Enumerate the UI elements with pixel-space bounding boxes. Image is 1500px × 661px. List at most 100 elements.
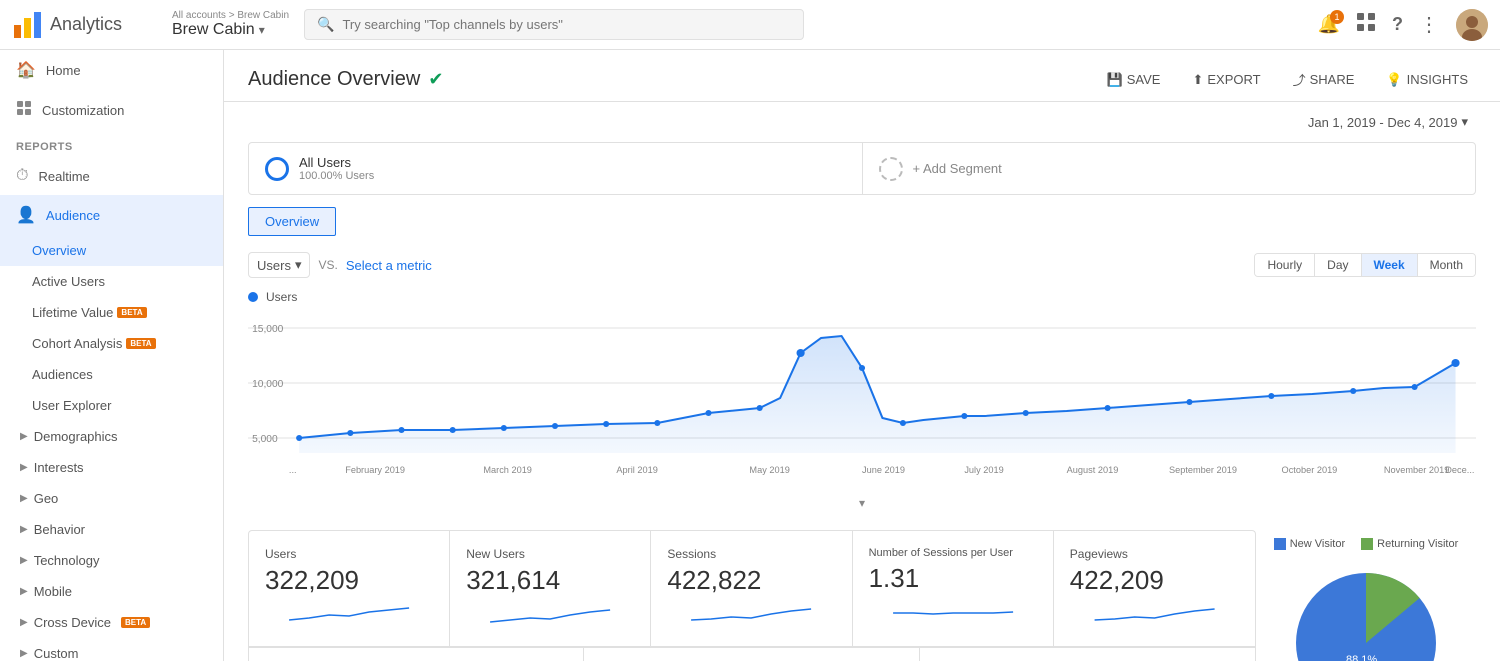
sidebar-item-custom[interactable]: ▶ Custom (0, 638, 223, 661)
stat-bounce-rate: Bounce Rate 72.16% (920, 648, 1255, 661)
save-button[interactable]: 💾 SAVE (1099, 68, 1169, 92)
svg-text:10,000: 10,000 (252, 379, 284, 390)
metric-label: Users (257, 258, 291, 273)
stat-users-value: 322,209 (265, 565, 433, 596)
sidebar-item-interests[interactable]: ▶ Interests (0, 452, 223, 483)
breadcrumb-area: All accounts > Brew Cabin Brew Cabin ▾ (172, 10, 292, 39)
stat-users: Users 322,209 (249, 531, 450, 647)
insights-icon: 💡 (1386, 72, 1402, 88)
segment-2[interactable]: + Add Segment (863, 145, 1476, 193)
cohort-analysis-label: Cohort Analysis (32, 336, 122, 351)
sidebar-item-home[interactable]: 🏠 Home (0, 50, 223, 90)
lifetime-value-beta-badge: BETA (117, 307, 146, 318)
breadcrumb-current[interactable]: Brew Cabin ▾ (172, 21, 292, 39)
sidebar-item-lifetime-value[interactable]: Lifetime Value BETA (0, 297, 223, 328)
sidebar-item-cross-device[interactable]: ▶ Cross Device BETA (0, 607, 223, 638)
pie-legend-returning-visitor: Returning Visitor (1361, 538, 1458, 550)
stat-sessions-per-user: Number of Sessions per User 1.31 (853, 531, 1054, 647)
more-options-icon[interactable]: ⋮ (1419, 12, 1440, 37)
sidebar-item-user-explorer[interactable]: User Explorer (0, 390, 223, 421)
hourly-button[interactable]: Hourly (1255, 254, 1314, 276)
apps-icon[interactable] (1356, 12, 1376, 37)
demographics-label: Demographics (34, 429, 118, 444)
stat-pages-per-session: Pages / Session 1.00 (249, 648, 584, 661)
metric-selector: Users ▾ VS. Select a metric (248, 252, 432, 278)
geo-label: Geo (34, 491, 59, 506)
export-button[interactable]: ⬆ EXPORT (1184, 68, 1268, 92)
sidebar-item-audience-label: Audience (46, 208, 100, 223)
week-button[interactable]: Week (1361, 254, 1417, 276)
search-input[interactable] (342, 17, 791, 32)
segment-1[interactable]: All Users 100.00% Users (249, 143, 863, 194)
svg-text:October 2019: October 2019 (1282, 465, 1338, 475)
expand-icon: ▾ (859, 496, 865, 510)
stat-new-users: New Users 321,614 (450, 531, 651, 647)
month-button[interactable]: Month (1417, 254, 1475, 276)
insights-button[interactable]: 💡 INSIGHTS (1378, 68, 1476, 92)
behavior-arrow-icon: ▶ (20, 524, 28, 535)
demographics-arrow-icon: ▶ (20, 431, 28, 442)
stat-users-label: Users (265, 547, 433, 561)
sidebar-item-audience[interactable]: 👤 Audience (0, 195, 223, 235)
segment-2-circle (879, 157, 903, 181)
sidebar-item-mobile[interactable]: ▶ Mobile (0, 576, 223, 607)
sidebar-item-overview[interactable]: Overview (0, 235, 223, 266)
lifetime-value-label: Lifetime Value (32, 305, 113, 320)
sidebar-item-customization-label: Customization (42, 103, 124, 118)
select-metric-link[interactable]: Select a metric (346, 258, 432, 273)
stat-sessions-per-user-sparkline (869, 598, 1037, 628)
overview-tab-button[interactable]: Overview (248, 207, 336, 236)
interests-arrow-icon: ▶ (20, 462, 28, 473)
nav-icons: 🔔 1 ? ⋮ (1318, 9, 1488, 41)
pie-chart-area: New Visitor Returning Visitor (1256, 530, 1476, 661)
sidebar-item-cohort-analysis[interactable]: Cohort Analysis BETA (0, 328, 223, 359)
stat-users-sparkline (265, 600, 433, 630)
search-bar[interactable]: 🔍 (304, 9, 804, 40)
page-title-area: Audience Overview ✔ (248, 68, 443, 91)
stats-row-2: Pages / Session 1.00 Avg. Session Durati… (248, 647, 1256, 661)
verified-icon: ✔ (428, 69, 443, 90)
avatar[interactable] (1456, 9, 1488, 41)
legend-label: Users (266, 290, 297, 304)
sidebar-item-home-label: Home (46, 63, 81, 78)
sidebar-item-geo[interactable]: ▶ Geo (0, 483, 223, 514)
segment-bar: All Users 100.00% Users + Add Segment (248, 142, 1476, 195)
new-visitor-color (1274, 538, 1286, 550)
sidebar-item-behavior[interactable]: ▶ Behavior (0, 514, 223, 545)
stat-new-users-value: 321,614 (466, 565, 634, 596)
share-button[interactable]: ⤴ SHARE (1285, 66, 1363, 93)
stat-pageviews: Pageviews 422,209 (1054, 531, 1255, 647)
sidebar-item-technology[interactable]: ▶ Technology (0, 545, 223, 576)
date-range-bar: Jan 1, 2019 - Dec 4, 2019 ▾ (224, 102, 1500, 142)
day-button[interactable]: Day (1314, 254, 1360, 276)
svg-text:May 2019: May 2019 (749, 465, 789, 475)
svg-text:July 2019: July 2019 (964, 465, 1003, 475)
pie-legend-new-visitor: New Visitor (1274, 538, 1345, 550)
sidebar-item-demographics[interactable]: ▶ Demographics (0, 421, 223, 452)
audience-icon: 👤 (16, 205, 36, 225)
sidebar-item-realtime[interactable]: ⏱ Realtime (0, 157, 223, 195)
segment-1-sub: 100.00% Users (299, 170, 374, 182)
chart-expand-bar[interactable]: ▾ (224, 488, 1500, 518)
current-account-name: Brew Cabin (172, 21, 255, 39)
sidebar-item-active-users[interactable]: Active Users (0, 266, 223, 297)
svg-text:June 2019: June 2019 (862, 465, 905, 475)
metric-dropdown[interactable]: Users ▾ (248, 252, 310, 278)
date-range-selector[interactable]: Jan 1, 2019 - Dec 4, 2019 ▾ (1300, 110, 1476, 134)
stat-pageviews-label: Pageviews (1070, 547, 1239, 561)
notification-icon[interactable]: 🔔 1 (1318, 14, 1340, 35)
top-navigation: Analytics All accounts > Brew Cabin Brew… (0, 0, 1500, 50)
share-icon: ⤴ (1293, 70, 1306, 89)
cross-device-arrow-icon: ▶ (20, 617, 28, 628)
export-icon: ⬆ (1192, 72, 1203, 88)
stats-section: Users 322,209 New Users 321,614 (248, 530, 1476, 661)
help-icon[interactable]: ? (1392, 14, 1403, 35)
stat-sessions-value: 422,822 (667, 565, 835, 596)
sidebar-item-audiences[interactable]: Audiences (0, 359, 223, 390)
segment-1-name: All Users (299, 155, 374, 170)
sidebar: 🏠 Home Customization REPORTS ⏱ Realtime … (0, 50, 224, 661)
sidebar-item-customization[interactable]: Customization (0, 90, 223, 131)
date-range-label: Jan 1, 2019 - Dec 4, 2019 (1308, 115, 1458, 130)
svg-text:April 2019: April 2019 (616, 465, 657, 475)
svg-text:September 2019: September 2019 (1169, 465, 1237, 475)
